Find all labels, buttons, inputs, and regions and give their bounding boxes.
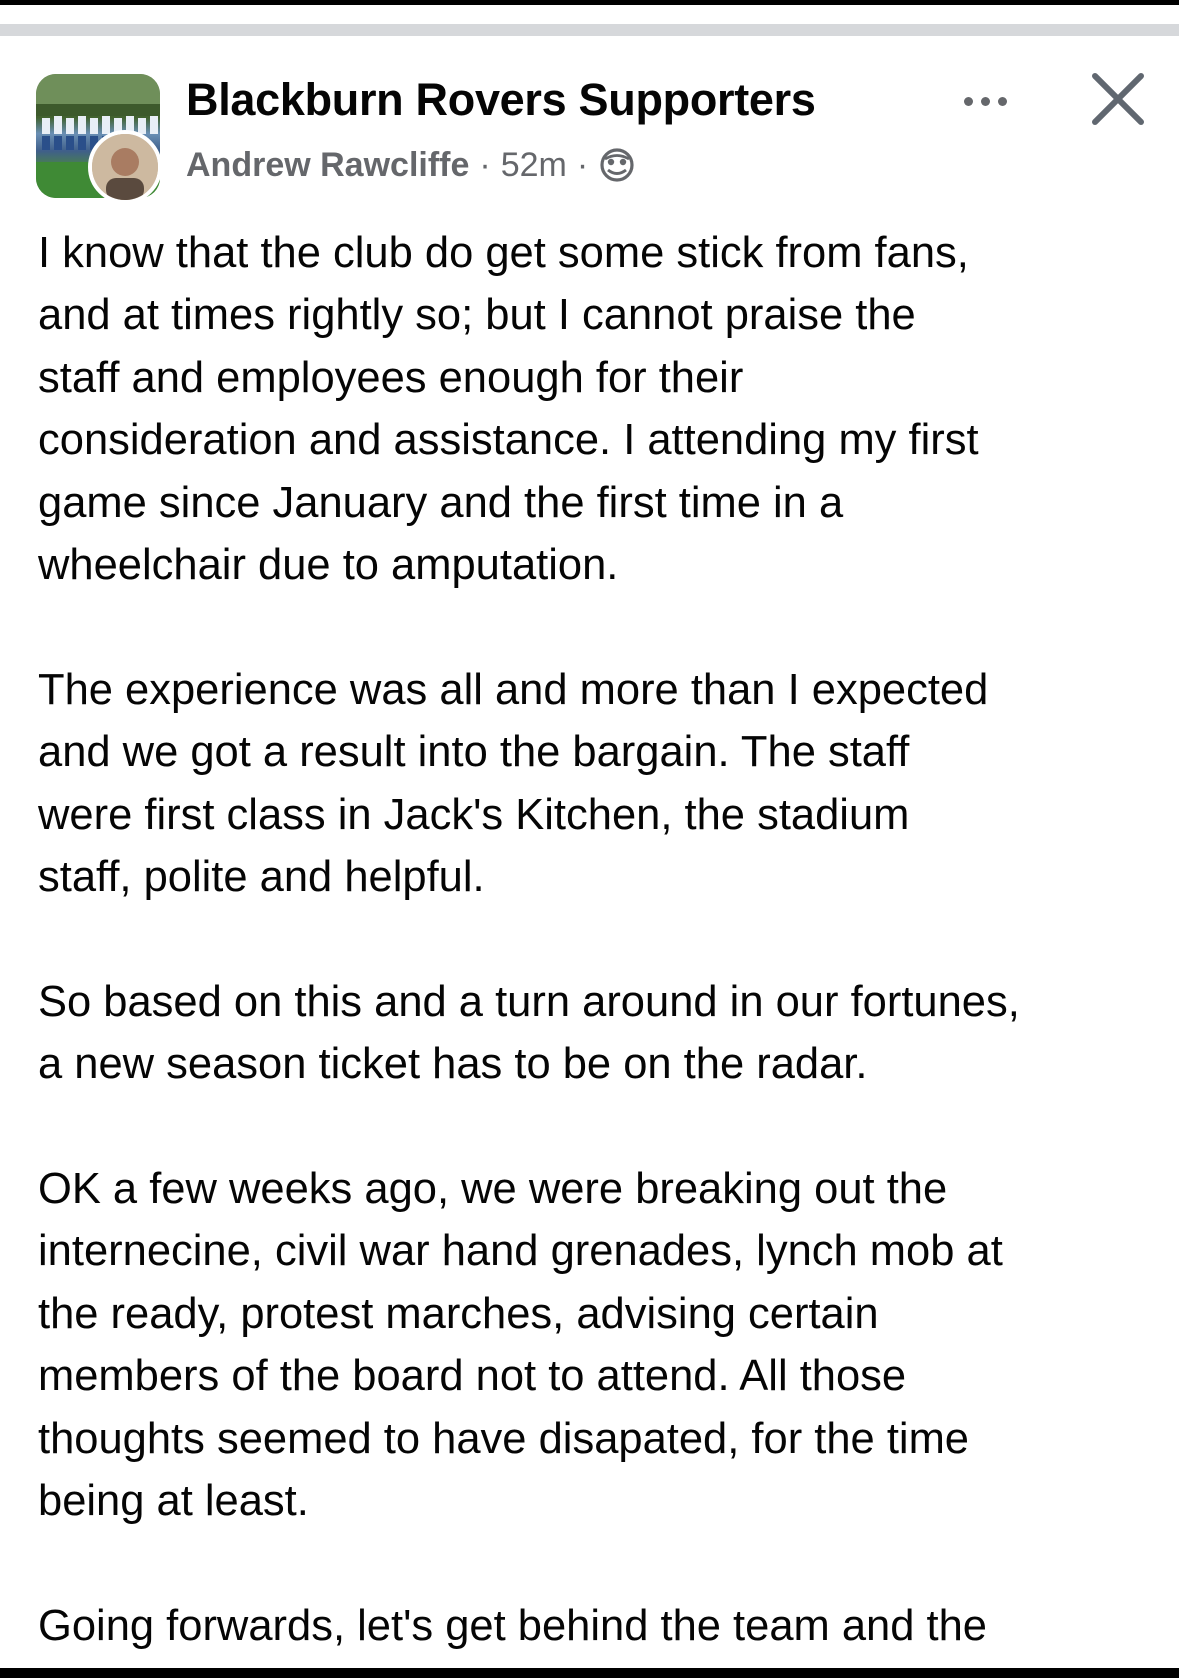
user-avatar[interactable] bbox=[88, 130, 162, 204]
globe-icon bbox=[598, 146, 636, 184]
post-paragraph: Going forwards, let's get behind the tea… bbox=[38, 1601, 987, 1650]
meta-separator: · bbox=[576, 145, 589, 184]
post-paragraph: So based on this and a turn around in ou… bbox=[38, 977, 1020, 1089]
post-timestamp[interactable]: 52m bbox=[501, 146, 567, 185]
author-name-link[interactable]: Andrew Rawcliffe bbox=[186, 146, 469, 185]
meta-separator: · bbox=[479, 145, 491, 184]
top-divider bbox=[0, 24, 1179, 36]
post-paragraph: OK a few weeks ago, we were breaking out… bbox=[38, 1165, 1003, 1526]
more-options-button[interactable] bbox=[950, 78, 1020, 124]
more-options-dot bbox=[997, 96, 1007, 106]
post-avatars[interactable] bbox=[36, 74, 162, 204]
post-body: I know that the club do get some stick f… bbox=[38, 222, 1148, 1678]
close-button[interactable] bbox=[1085, 66, 1151, 132]
more-options-icon bbox=[963, 96, 973, 106]
post-meta: Andrew Rawcliffe · 52m · bbox=[186, 142, 636, 188]
profile-photo-image bbox=[92, 134, 158, 200]
more-options-dot bbox=[980, 96, 990, 106]
post-paragraph: The experience was all and more than I e… bbox=[38, 665, 989, 902]
close-icon bbox=[1092, 73, 1144, 125]
group-name-link[interactable]: Blackburn Rovers Supporters bbox=[186, 74, 816, 126]
post-paragraph: I know that the club do get some stick f… bbox=[38, 229, 979, 590]
bottom-edge-bar bbox=[0, 1668, 1179, 1678]
top-edge-bar bbox=[0, 0, 1179, 5]
